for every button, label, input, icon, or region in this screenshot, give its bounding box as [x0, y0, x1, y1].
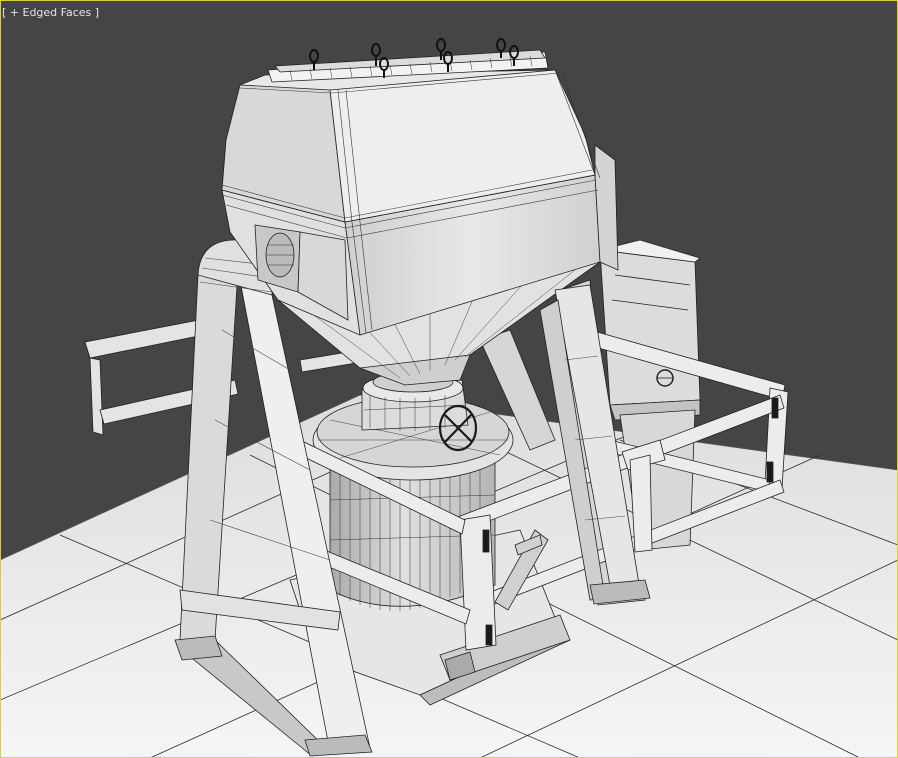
viewport-shading-label[interactable]: [ + Edged Faces ] [2, 6, 99, 19]
3d-viewport[interactable]: [ + Edged Faces ] [0, 0, 898, 758]
viewport-scene[interactable] [0, 0, 898, 758]
